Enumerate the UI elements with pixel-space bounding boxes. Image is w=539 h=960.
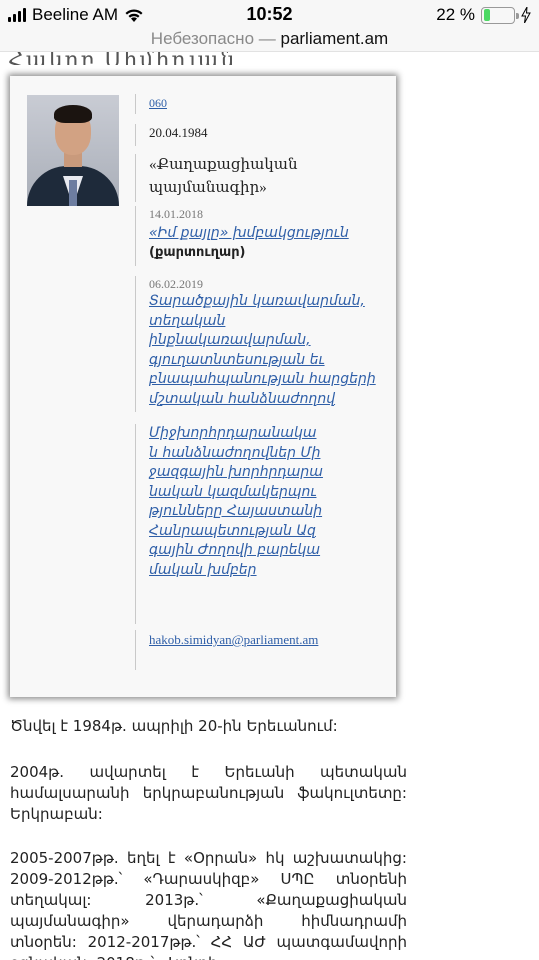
address-bar[interactable]: Небезопасно — parliament.am xyxy=(0,30,539,52)
committee-link[interactable]: Տարածքային կառավարման, տեղական ինքնակառա… xyxy=(149,292,381,409)
constituency-block: 060 xyxy=(135,94,167,114)
url-domain: parliament.am xyxy=(280,29,389,48)
birth-date-block: 20.04.1984 xyxy=(135,124,208,146)
charging-bolt-icon xyxy=(521,7,531,23)
status-left: Beeline AM xyxy=(8,5,144,25)
battery-icon xyxy=(481,6,519,24)
faction-block: 14.01.2018 «Իմ քայլը» խմբակցություն (քար… xyxy=(135,206,380,266)
birth-date: 20.04.1984 xyxy=(149,125,208,140)
deputy-card: 060 20.04.1984 «Քաղաքացիական պայմանագիր»… xyxy=(10,76,396,697)
committee-block: 06.02.2019 Տարածքային կառավարման, տեղակա… xyxy=(135,276,385,412)
battery-percent: 22 % xyxy=(436,5,475,24)
constituency-link[interactable]: 060 xyxy=(149,96,167,110)
status-right: 22 % xyxy=(436,5,531,25)
email-block: hakob.simidyan@parliament.am xyxy=(135,630,335,670)
bio-paragraph-1: Ծնվել է 1984թ. ապրիլի 20-ին Երեւանում: xyxy=(10,717,338,735)
interparliamentary-block: Միջխորհրդարանական հանձնաժողովներ Միջազգա… xyxy=(135,424,335,624)
faction-date: 14.01.2018 xyxy=(149,207,203,221)
committee-date: 06.02.2019 xyxy=(149,277,203,291)
carrier-name: Beeline AM xyxy=(32,5,118,24)
wifi-icon xyxy=(125,9,143,22)
email-link[interactable]: hakob.simidyan@parliament.am xyxy=(149,630,321,649)
bio-paragraph-3: 2005-2007թթ. եղել է «Օրրան» հկ աշխատակից… xyxy=(10,849,407,960)
faction-role: (քարտուղար) xyxy=(149,244,246,260)
security-warning: Небезопасно — xyxy=(150,29,281,48)
faction-link[interactable]: «Իմ քայլը» խմբակցություն xyxy=(149,224,380,244)
deputy-photo xyxy=(27,95,119,206)
signal-icon xyxy=(8,8,26,22)
party-block: «Քաղաքացիական պայմանագիր» xyxy=(135,154,305,202)
party-name: «Քաղաքացիական պայմանագիր» xyxy=(149,157,298,196)
interparliamentary-link[interactable]: Միջխորհրդարանական հանձնաժողովներ Միջազգա… xyxy=(149,424,325,580)
bio-paragraph-2: 2004թ. ավարտել է Երեւանի պետական համալսա… xyxy=(10,763,407,823)
status-bar: Beeline AM 10:52 22 % xyxy=(0,0,539,30)
